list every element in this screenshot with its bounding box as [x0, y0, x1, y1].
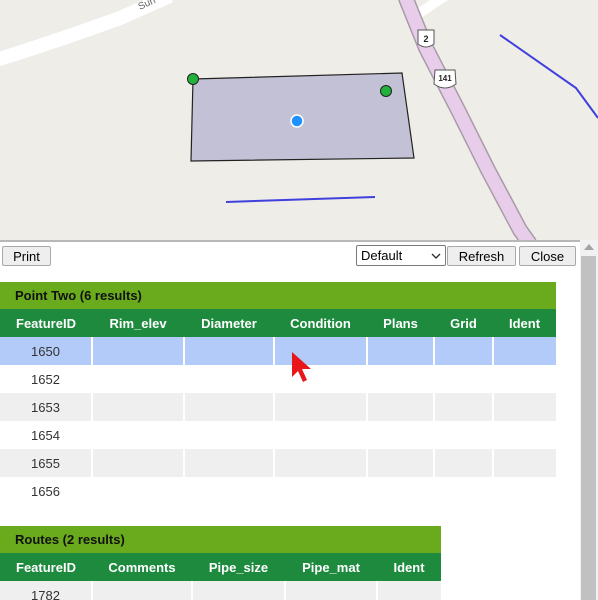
column-header[interactable]: Pipe_mat — [285, 553, 377, 581]
vertical-scrollbar[interactable] — [580, 240, 598, 600]
close-button[interactable]: Close — [519, 246, 576, 266]
table-header-row: FeatureID Rim_elev Diameter Condition Pl… — [0, 309, 556, 337]
feature-id-cell: 1653 — [0, 393, 92, 421]
layer-title: Routes (2 results) — [0, 526, 441, 553]
us-highway-shield-icon: 141 — [433, 69, 457, 89]
print-button[interactable]: Print — [2, 246, 51, 266]
results-table: FeatureID Comments Pipe_size Pipe_mat Id… — [0, 553, 441, 600]
results-toolbar: Print Default Refresh Close — [0, 240, 598, 270]
mouse-cursor-icon — [292, 352, 311, 382]
table-row[interactable]: 1782 — [0, 581, 441, 600]
column-header[interactable]: Rim_elev — [92, 309, 184, 337]
table-row[interactable]: 1656 — [0, 477, 556, 505]
table-row[interactable]: 1653 — [0, 393, 556, 421]
vertex-handle[interactable] — [187, 73, 199, 85]
column-header[interactable]: FeatureID — [0, 553, 92, 581]
column-header[interactable]: Grid — [434, 309, 493, 337]
feature-id-cell: 1650 — [0, 337, 92, 365]
feature-id-cell: 1655 — [0, 449, 92, 477]
interstate-shield-icon: 2 — [417, 29, 435, 48]
layout-select-value: Default — [361, 248, 403, 263]
results-panel: Point Two (6 results) FeatureID Rim_elev… — [0, 270, 580, 600]
column-header[interactable]: FeatureID — [0, 309, 92, 337]
column-header[interactable]: Comments — [92, 553, 192, 581]
table-row[interactable]: 1652 — [0, 365, 556, 393]
feature-id-cell: 1782 — [0, 581, 92, 600]
layer-point-two: Point Two (6 results) FeatureID Rim_elev… — [0, 282, 556, 505]
selected-polygon[interactable] — [190, 72, 415, 162]
table-header-row: FeatureID Comments Pipe_size Pipe_mat Id… — [0, 553, 441, 581]
map-view[interactable]: Sun 2 141 — [0, 0, 598, 240]
feature-id-cell: 1652 — [31, 371, 60, 387]
scrollbar-thumb[interactable] — [581, 256, 596, 600]
column-header[interactable]: Diameter — [184, 309, 274, 337]
centroid-point[interactable] — [290, 114, 304, 128]
scroll-up-icon[interactable] — [584, 244, 594, 250]
column-header[interactable]: Plans — [367, 309, 434, 337]
svg-text:2: 2 — [423, 34, 428, 44]
column-header[interactable]: Ident — [377, 553, 441, 581]
layer-title: Point Two (6 results) — [0, 282, 556, 309]
column-header[interactable]: Ident — [493, 309, 556, 337]
column-header[interactable]: Condition — [274, 309, 367, 337]
route-line[interactable] — [225, 196, 376, 203]
column-header[interactable]: Pipe_size — [192, 553, 285, 581]
refresh-button[interactable]: Refresh — [447, 246, 516, 266]
feature-id-cell: 1654 — [31, 427, 60, 443]
vertex-handle[interactable] — [380, 85, 392, 97]
feature-id-cell: 1656 — [31, 483, 60, 499]
table-row[interactable]: 1654 — [0, 421, 556, 449]
table-row[interactable]: 1655 — [0, 449, 556, 477]
results-table: FeatureID Rim_elev Diameter Condition Pl… — [0, 309, 556, 505]
layout-select[interactable]: Default — [356, 245, 446, 266]
chevron-down-icon — [431, 249, 441, 264]
layer-routes: Routes (2 results) FeatureID Comments Pi… — [0, 526, 441, 600]
route-line[interactable] — [499, 34, 598, 119]
table-row[interactable]: 1650 — [0, 337, 556, 365]
svg-text:141: 141 — [438, 74, 452, 83]
